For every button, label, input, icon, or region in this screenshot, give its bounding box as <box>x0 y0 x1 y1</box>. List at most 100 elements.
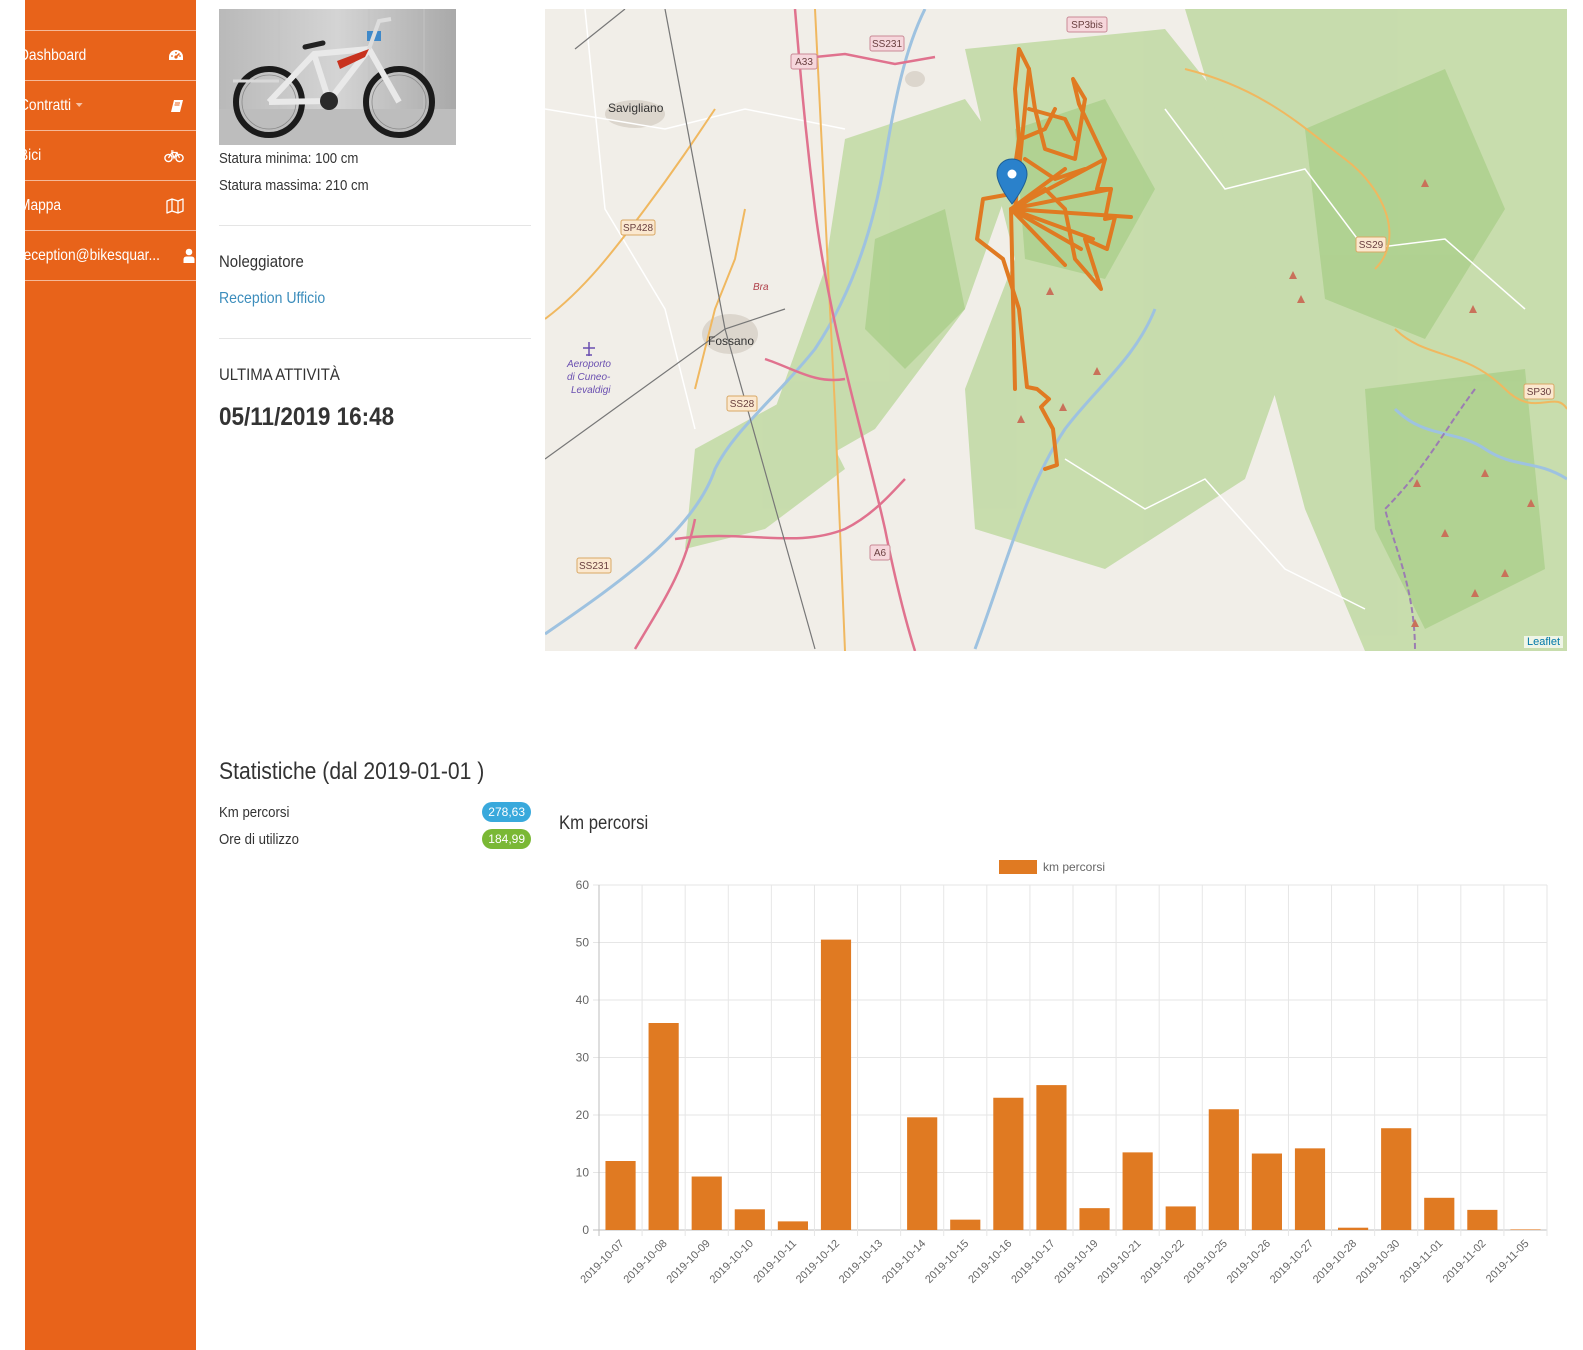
bar <box>1251 1153 1282 1230</box>
min-height-text: Statura minima: 100 cm <box>219 150 359 167</box>
svg-text:SP3bis: SP3bis <box>1071 20 1103 31</box>
x-tick-label: 2019-10-22 <box>1139 1238 1187 1286</box>
sidebar-item-label: Dashboard <box>25 46 87 64</box>
stat-row-hours: Ore di utilizzo 184,99 <box>219 828 531 850</box>
chart-title: Km percorsi <box>559 813 649 834</box>
bar <box>734 1209 765 1230</box>
y-tick-label: 60 <box>576 878 590 892</box>
svg-text:A33: A33 <box>795 57 813 68</box>
bar <box>1338 1227 1369 1230</box>
bar <box>993 1097 1024 1230</box>
x-tick-label: 2019-10-17 <box>1009 1238 1057 1286</box>
sidebar-item-dashboard[interactable]: Dashboard <box>25 31 196 81</box>
x-tick-label: 2019-10-15 <box>923 1238 971 1286</box>
x-tick-label: 2019-11-05 <box>1484 1238 1532 1286</box>
renter-heading: Noleggiatore <box>219 252 304 271</box>
x-tick-label: 2019-10-16 <box>966 1238 1014 1286</box>
bar <box>1079 1208 1110 1230</box>
x-tick-label: 2019-10-14 <box>880 1238 928 1286</box>
renter-link[interactable]: Reception Ufficio <box>219 290 325 308</box>
bar <box>950 1219 981 1230</box>
x-tick-label: 2019-10-26 <box>1225 1238 1273 1286</box>
bar <box>907 1117 938 1230</box>
sidebar-item-label: Contratti <box>25 96 72 114</box>
bar <box>605 1161 636 1230</box>
x-tick-label: 2019-11-02 <box>1441 1238 1489 1286</box>
x-tick-label: 2019-10-13 <box>837 1238 885 1286</box>
svg-text:Levaldigi: Levaldigi <box>571 385 611 396</box>
bar <box>691 1176 722 1230</box>
x-tick-label: 2019-10-07 <box>578 1238 626 1286</box>
max-height-text: Statura massima: 210 cm <box>219 177 369 194</box>
svg-text:SS231: SS231 <box>579 561 609 572</box>
user-icon <box>183 248 195 263</box>
x-tick-label: 2019-10-12 <box>794 1238 842 1286</box>
x-tick-label: 2019-10-10 <box>708 1238 756 1286</box>
svg-text:SS29: SS29 <box>1359 240 1384 251</box>
bar <box>1424 1197 1455 1230</box>
bar <box>1381 1128 1412 1230</box>
stat-row-km: Km percorsi 278,63 <box>219 801 531 823</box>
stat-badge: 184,99 <box>482 829 531 849</box>
x-tick-label: 2019-10-21 <box>1095 1238 1143 1286</box>
sidebar-item-label: Mappa <box>25 196 62 214</box>
svg-text:di Cuneo-: di Cuneo- <box>567 372 611 383</box>
sidebar: Dashboard Contratti Bici Mapp <box>25 0 196 1350</box>
sidebar-item-contratti[interactable]: Contratti <box>25 81 196 131</box>
map-icon <box>166 197 184 214</box>
svg-text:SP30: SP30 <box>1527 387 1552 398</box>
y-tick-label: 10 <box>576 1166 590 1180</box>
y-tick-label: 30 <box>576 1051 590 1065</box>
divider <box>219 225 531 226</box>
svg-text:Savigliano: Savigliano <box>608 101 664 115</box>
svg-text:Aeroporto: Aeroporto <box>566 359 611 370</box>
bicycle-icon <box>164 149 184 162</box>
bar <box>1294 1148 1326 1230</box>
bar <box>1122 1152 1153 1230</box>
legend-label: km percorsi <box>1043 860 1105 874</box>
bar <box>820 939 852 1230</box>
bar <box>1510 1229 1541 1230</box>
book-icon <box>171 99 183 112</box>
bar <box>1036 1085 1067 1230</box>
x-tick-label: 2019-11-01 <box>1398 1238 1446 1286</box>
dashboard-icon <box>169 49 183 60</box>
sidebar-item-mappa[interactable]: Mappa <box>25 181 196 231</box>
bar <box>1165 1206 1196 1230</box>
x-tick-label: 2019-10-28 <box>1311 1238 1359 1286</box>
sidebar-item-bici[interactable]: Bici <box>25 131 196 181</box>
svg-text:Bra: Bra <box>753 282 769 293</box>
leaflet-attribution-link[interactable]: Leaflet <box>1523 636 1563 648</box>
y-tick-label: 0 <box>582 1223 589 1237</box>
bar <box>1208 1109 1239 1230</box>
y-tick-label: 50 <box>576 936 590 950</box>
x-tick-label: 2019-10-08 <box>621 1238 669 1286</box>
stat-label: Km percorsi <box>219 803 290 821</box>
svg-text:A6: A6 <box>874 548 887 559</box>
last-activity-datetime: 05/11/2019 16:48 <box>219 403 395 431</box>
x-tick-label: 2019-10-19 <box>1052 1238 1100 1286</box>
bar <box>777 1221 808 1230</box>
x-tick-label: 2019-10-11 <box>751 1238 799 1286</box>
y-tick-label: 20 <box>576 1108 590 1122</box>
y-tick-label: 40 <box>576 993 590 1007</box>
km-bar-chart: 01020304050602019-10-072019-10-082019-10… <box>576 860 1548 1286</box>
sidebar-item-user[interactable]: reception@bikesquar... <box>25 231 196 281</box>
x-tick-label: 2019-10-09 <box>665 1238 713 1286</box>
sidebar-item-label: reception@bikesquar... <box>25 246 160 264</box>
last-activity-heading: ULTIMA ATTIVITÀ <box>219 365 340 384</box>
stat-badge: 278,63 <box>482 802 531 822</box>
bar <box>648 1023 679 1230</box>
sidebar-nav: Dashboard Contratti Bici Mapp <box>25 30 196 281</box>
divider <box>219 338 531 339</box>
svg-text:SS231: SS231 <box>872 39 902 50</box>
svg-text:SS28: SS28 <box>730 399 755 410</box>
bike-photo <box>219 9 456 145</box>
x-tick-label: 2019-10-27 <box>1268 1238 1316 1286</box>
caret-down-icon <box>76 103 84 108</box>
map-view[interactable]: SS231 A33 SP3bis SP428 SS29 SS28 SP30 A6… <box>545 9 1567 651</box>
sidebar-item-label: Bici <box>25 146 42 164</box>
x-tick-label: 2019-10-30 <box>1354 1238 1402 1286</box>
stats-title: Statistiche (dal 2019-01-01 ) <box>219 758 485 785</box>
stat-label: Ore di utilizzo <box>219 830 299 848</box>
